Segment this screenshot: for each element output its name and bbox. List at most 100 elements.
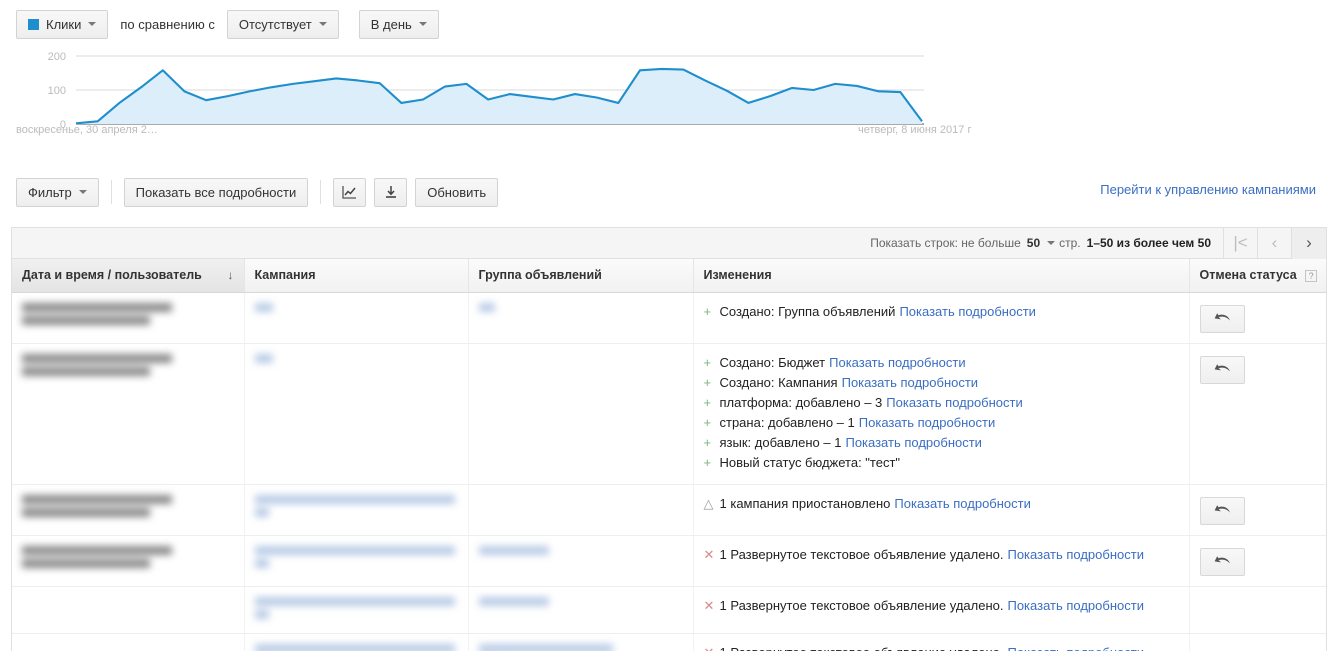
change-text: Создано: Бюджет Показать подробности	[719, 354, 966, 370]
change-entry: + платформа: добавлено – 3 Показать подроб…	[704, 394, 1179, 412]
delete-cross-icon: ✕	[704, 644, 720, 651]
change-text: страна: добавлено – 1 Показать подробност…	[719, 414, 996, 430]
redacted-text	[22, 302, 234, 325]
table-row[interactable]: ✕1 Развернутое текстовое объявление удал…	[12, 586, 1326, 634]
plus-icon: +	[703, 354, 712, 370]
table-cell-changes: ✕1 Развернутое текстовое объявление удал…	[693, 633, 1190, 651]
filter-button[interactable]: Фильтр	[16, 177, 99, 207]
change-text: платформа: добавлено – 3 Показать подробн…	[719, 394, 1023, 410]
table-row[interactable]: ✕1 Развернутое текстовое объявление удал…	[12, 535, 1326, 587]
redacted-text	[478, 302, 683, 312]
show-details-link[interactable]: Показать подробности	[886, 395, 1022, 410]
plus-icon: +	[703, 414, 712, 430]
column-header-datetime-user[interactable]: Дата и время / пользователь ↓	[12, 259, 245, 293]
chart-toggle-button[interactable]	[333, 177, 367, 207]
table-cell-redacted	[12, 535, 245, 587]
svg-text:200: 200	[48, 51, 66, 63]
table-cell-redacted	[244, 292, 469, 344]
table-cell-undo	[1189, 586, 1326, 634]
redacted-text	[254, 353, 458, 363]
show-details-link[interactable]: Показать подробности	[894, 496, 1030, 511]
chevron-down-icon	[418, 22, 427, 26]
redacted-text	[254, 643, 458, 651]
column-header-undo-status[interactable]: Отмена статуса ?	[1189, 259, 1326, 293]
table-cell-redacted	[244, 484, 469, 536]
toolbar-divider	[110, 180, 112, 204]
column-header-campaign[interactable]: Кампания	[244, 259, 469, 293]
metric-toolbar: Клики по сравнению с Отсутствует В день	[0, 0, 1338, 48]
show-details-link[interactable]: Показать подробности	[1007, 598, 1143, 613]
plus-icon: +	[703, 303, 712, 319]
table-body: + Создано: Группа объявлений Показать подр…	[12, 292, 1326, 651]
show-all-details-button[interactable]: Показать все подробности	[123, 177, 309, 207]
prev-page-button[interactable]: ‹	[1258, 228, 1292, 259]
table-row[interactable]: ✕1 Развернутое текстовое объявление удал…	[12, 633, 1326, 651]
redacted-text	[22, 494, 234, 517]
page-label: стр.	[1059, 236, 1081, 250]
delete-cross-icon: ✕	[703, 597, 715, 613]
undo-button[interactable]	[1199, 547, 1245, 576]
change-history-table: Дата и время / пользователь ↓ Кампания Г…	[12, 259, 1326, 651]
compare-selector-button[interactable]: Отсутствует	[226, 9, 339, 39]
show-details-link[interactable]: Показать подробности	[859, 415, 995, 430]
change-entry: ✕1 Развернутое текстовое объявление удал…	[704, 546, 1179, 564]
show-details-link[interactable]: Показать подробности	[899, 304, 1035, 319]
column-header-adgroup[interactable]: Группа объявлений	[468, 259, 694, 293]
chart-x-end-label: четверг, 8 июня 2017 г	[858, 124, 972, 136]
table-row[interactable]: △ 1 кампания приостановлено Показать подро…	[12, 484, 1326, 536]
page-range: 1–50 из более чем 50	[1086, 236, 1211, 250]
table-cell-undo	[1189, 535, 1326, 587]
show-details-link[interactable]: Показать подробности	[842, 375, 978, 390]
undo-arrow-icon	[1214, 555, 1230, 564]
metric-color-swatch	[28, 18, 39, 30]
help-icon[interactable]: ?	[1305, 269, 1318, 282]
undo-button[interactable]	[1199, 496, 1245, 525]
rows-per-page-label: Показать строк: не больше	[870, 236, 1021, 250]
next-page-button[interactable]: ›	[1292, 228, 1326, 259]
download-button[interactable]	[374, 177, 408, 207]
undo-button[interactable]	[1199, 355, 1245, 384]
change-text: Создано: Группа объявлений Показать подро…	[719, 303, 1036, 319]
column-label: Изменения	[703, 268, 772, 283]
metric-selector-label: Клики	[46, 16, 82, 32]
table-cell-changes: ✕1 Развернутое текстовое объявление удал…	[693, 586, 1190, 634]
undo-button[interactable]	[1199, 304, 1245, 333]
change-entry: + страна: добавлено – 1 Показать подробнос…	[704, 414, 1179, 432]
granularity-selector-button[interactable]: В день	[358, 9, 439, 39]
table-cell-redacted	[12, 484, 245, 536]
download-icon	[385, 186, 396, 198]
table-row[interactable]: + Создано: Группа объявлений Показать подр…	[12, 292, 1326, 344]
redacted-text	[254, 494, 458, 517]
change-entry: △ 1 кампания приостановлено Показать подро…	[704, 495, 1179, 513]
redacted-text	[254, 596, 458, 619]
chevron-down-icon	[78, 190, 87, 194]
redacted-text	[478, 545, 683, 555]
table-cell-redacted	[468, 633, 694, 651]
show-details-link[interactable]: Показать подробности	[1007, 645, 1143, 651]
show-details-link[interactable]: Показать подробности	[1007, 547, 1143, 562]
table-cell-redacted	[244, 586, 469, 634]
metric-selector-button[interactable]: Клики	[16, 9, 109, 39]
chevron-down-icon	[318, 22, 327, 26]
table-row[interactable]: + Создано: Бюджет Показать подробности + Соз…	[12, 343, 1326, 485]
rows-per-page-value: 50	[1026, 236, 1041, 250]
column-header-changes[interactable]: Изменения	[693, 259, 1190, 293]
table-cell-redacted	[468, 535, 694, 587]
column-label: Кампания	[254, 268, 316, 283]
table-cell-redacted	[244, 535, 469, 587]
change-entry: + Новый статус бюджета: "тест"	[704, 454, 1179, 472]
toolbar-divider	[320, 180, 322, 204]
refresh-button[interactable]: Обновить	[415, 177, 499, 207]
plus-icon: +	[703, 434, 712, 450]
filter-label: Фильтр	[28, 184, 72, 200]
table-cell-redacted	[468, 484, 694, 536]
column-label: Группа объявлений	[478, 268, 602, 283]
show-details-link[interactable]: Показать подробности	[845, 435, 981, 450]
refresh-label: Обновить	[427, 184, 487, 200]
change-text: 1 Развернутое текстовое объявление удале…	[719, 546, 1144, 562]
manage-campaigns-link[interactable]: Перейти к управлению кампаниями	[1100, 182, 1316, 197]
table-cell-redacted	[468, 586, 694, 634]
rows-per-page-select[interactable]: 50	[1026, 236, 1056, 250]
show-details-link[interactable]: Показать подробности	[829, 355, 965, 370]
first-page-button[interactable]: |<	[1224, 228, 1258, 259]
